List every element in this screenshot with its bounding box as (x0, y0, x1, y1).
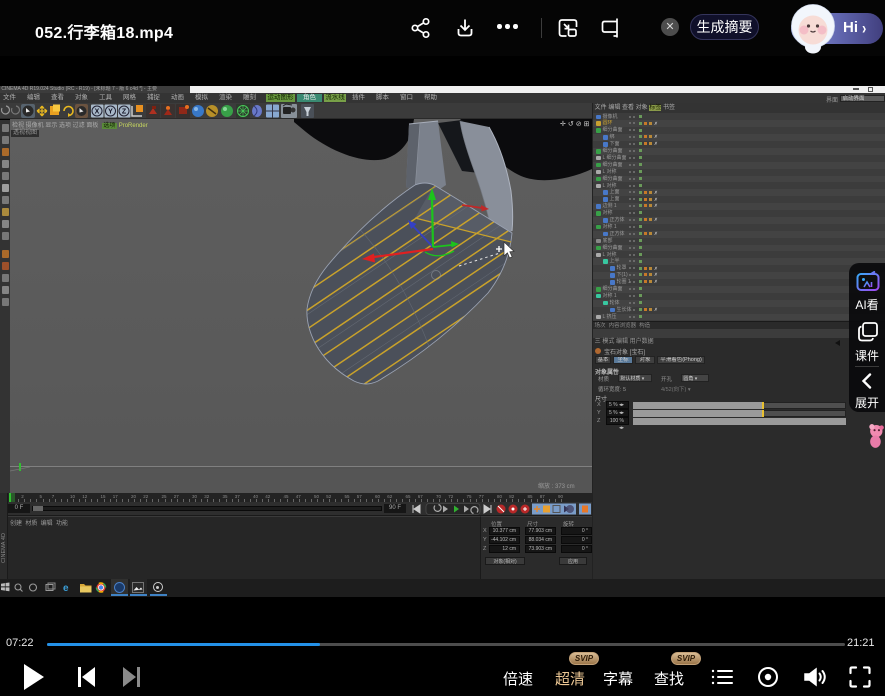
svg-text:X: X (95, 109, 100, 116)
svg-text:Y: Y (108, 109, 113, 116)
svg-text:Z: Z (122, 109, 127, 116)
svg-text:e: e (63, 583, 69, 594)
